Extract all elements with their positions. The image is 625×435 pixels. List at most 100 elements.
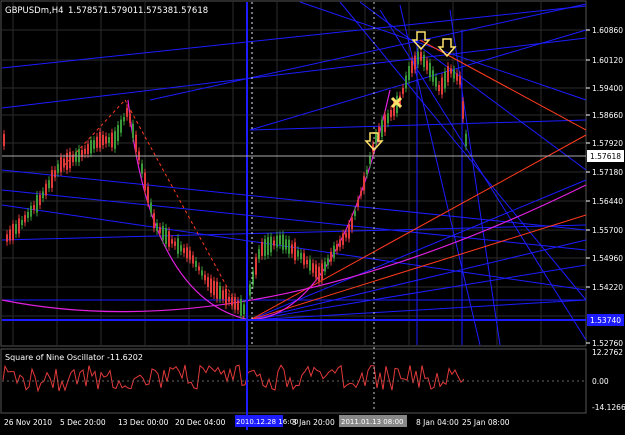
candle-body <box>213 280 215 296</box>
candle-body <box>357 199 359 207</box>
candle-body <box>117 125 119 142</box>
candle-body <box>240 298 242 316</box>
candle-body <box>93 140 95 149</box>
candle-body <box>63 158 65 168</box>
candle-body <box>465 133 467 147</box>
price-tick-label: 1.59400 <box>592 84 623 93</box>
candle-body <box>219 286 221 299</box>
candle-body <box>84 148 86 154</box>
candle-body <box>222 290 224 300</box>
time-tick-label: 26 Nov 2010 <box>4 418 52 427</box>
candle-body <box>42 191 44 199</box>
candle-body <box>447 65 449 83</box>
candle-body <box>351 217 353 230</box>
candle-body <box>258 249 260 259</box>
candle-body <box>387 113 389 124</box>
time-tick-label: 8 Jan 04:00 <box>416 418 459 427</box>
candle-body <box>177 238 179 254</box>
main-price-pane[interactable] <box>0 0 587 347</box>
candle-body <box>237 300 239 310</box>
candle-body <box>432 70 434 82</box>
candle-body <box>354 210 356 217</box>
candle-body <box>390 110 392 117</box>
oscillator-tick-label: 12.2762 <box>592 348 623 357</box>
close-value: 1.57618 <box>173 6 208 16</box>
price-tick-label: 1.54960 <box>592 254 623 263</box>
candle-body <box>24 215 26 223</box>
candle-body <box>198 266 200 271</box>
high-value: 1.57901 <box>103 6 138 16</box>
candle-body <box>459 75 461 85</box>
candle-body <box>330 251 332 262</box>
candle-body <box>456 73 458 81</box>
candle-body <box>327 258 329 265</box>
candle-body <box>186 247 188 259</box>
candle-body <box>129 113 131 124</box>
candle-body <box>321 263 323 281</box>
candle-body <box>228 296 230 302</box>
price-tick-label: 1.60860 <box>592 26 623 35</box>
candle-body <box>402 87 404 95</box>
candle-body <box>423 55 425 67</box>
candle-body <box>201 270 203 276</box>
candle-body <box>294 242 296 261</box>
candle-body <box>36 194 38 213</box>
candle-body <box>189 250 191 260</box>
candle-body <box>348 224 350 239</box>
candle-body <box>336 244 338 251</box>
candle-body <box>417 51 419 65</box>
current-price-text: 1.57618 <box>590 152 621 161</box>
candle-body <box>33 205 35 210</box>
candle-body <box>291 244 293 254</box>
level-price-text: 1.53740 <box>590 316 621 325</box>
candle-body <box>183 248 185 253</box>
candle-body <box>405 75 407 89</box>
candle-body <box>27 211 29 219</box>
time-highlight-text-1: 2010.12.28 16:00 <box>236 418 298 426</box>
candle-body <box>162 226 164 240</box>
candle-body <box>30 205 32 217</box>
time-tick-label: 20 Dec 04:00 <box>175 418 226 427</box>
candle-body <box>135 134 137 153</box>
time-tick-label: 13 Dec 00:00 <box>118 418 169 427</box>
candle-body <box>18 218 20 234</box>
candle-body <box>324 261 326 272</box>
candle-body <box>255 257 257 275</box>
candle-body <box>51 170 53 188</box>
candle-body <box>60 157 62 172</box>
oscillator-tick-label: 0.00 <box>592 377 609 386</box>
candle-body <box>309 259 311 271</box>
candle-body <box>267 237 269 255</box>
candle-body <box>453 69 455 79</box>
candle-body <box>102 134 104 146</box>
candle-body <box>204 274 206 281</box>
time-tick-label: 25 Jan 08:00 <box>462 418 510 427</box>
candle-body <box>369 156 371 164</box>
candle-body <box>411 60 413 74</box>
candle-body <box>141 163 143 174</box>
candle-body <box>12 223 14 241</box>
candle-body <box>249 284 251 296</box>
chart-window[interactable]: GBPUSDm,H4 1.57857 1.57901 1.57538 1.576… <box>0 0 625 431</box>
time-tick-label: 5 Dec 20:00 <box>60 418 106 427</box>
candle-body <box>9 229 11 241</box>
candle-body <box>111 132 113 148</box>
candle-body <box>429 62 431 78</box>
candle-body <box>312 263 314 273</box>
price-tick-label: 1.60120 <box>592 56 623 65</box>
candle-body <box>171 239 173 244</box>
candle-body <box>264 239 266 256</box>
candle-body <box>156 223 158 231</box>
candle-body <box>273 240 275 246</box>
candle-body <box>414 55 416 70</box>
candle-body <box>279 235 281 245</box>
oscillator-tick-label: -14.1266 <box>592 403 625 412</box>
price-tick-label: 1.57180 <box>592 168 623 177</box>
oscillator-title: Square of Nine Oscillator -11.6202 <box>5 353 143 362</box>
candle-body <box>21 219 23 226</box>
candle-body <box>276 235 278 248</box>
price-tick-label: 1.52760 <box>592 339 623 348</box>
candle-body <box>303 253 305 265</box>
candle-body <box>144 172 146 191</box>
candle-body <box>168 231 170 247</box>
